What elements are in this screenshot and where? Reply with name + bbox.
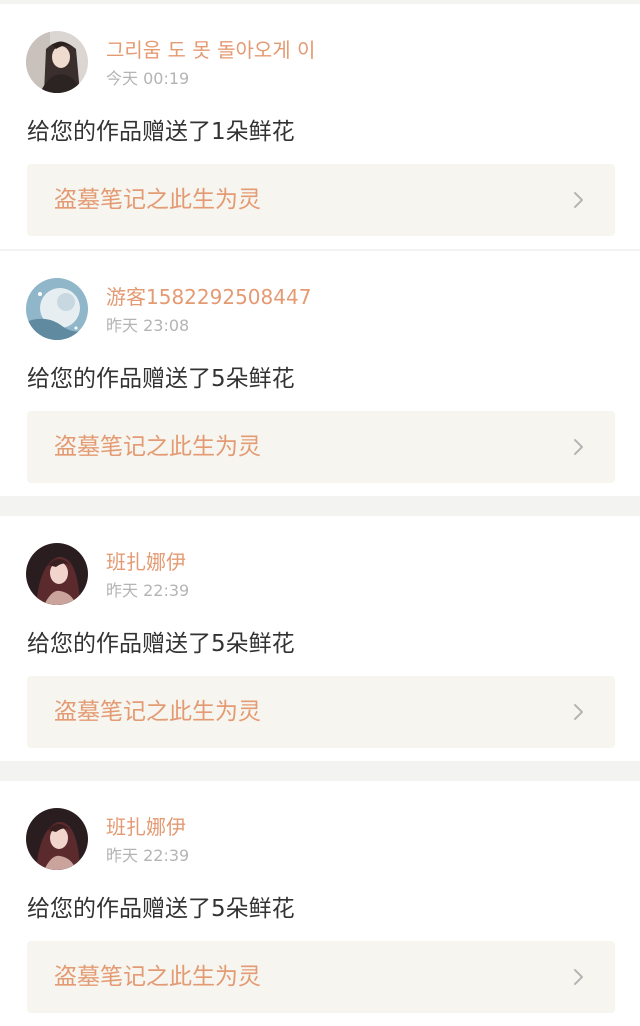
notification-card: 班扎娜伊 昨天 22:39 给您的作品赠送了5朵鲜花 盗墓笔记之此生为灵 bbox=[0, 516, 640, 761]
chevron-right-icon bbox=[574, 439, 583, 455]
avatar[interactable] bbox=[26, 543, 88, 605]
chevron-right-icon bbox=[574, 192, 583, 208]
gift-message: 给您的作品赠送了5朵鲜花 bbox=[27, 366, 295, 392]
avatar[interactable] bbox=[26, 808, 88, 870]
work-title: 盗墓笔记之此生为灵 bbox=[54, 187, 261, 213]
gift-message: 给您的作品赠送了1朵鲜花 bbox=[27, 119, 295, 145]
user-name[interactable]: 班扎娜伊 bbox=[106, 549, 186, 575]
notification-card: 班扎娜伊 昨天 22:39 给您的作品赠送了5朵鲜花 盗墓笔记之此生为灵 bbox=[0, 781, 640, 1026]
avatar[interactable] bbox=[26, 31, 88, 93]
work-link[interactable]: 盗墓笔记之此生为灵 bbox=[27, 411, 615, 483]
card-separator bbox=[0, 761, 640, 781]
timestamp: 昨天 23:08 bbox=[106, 316, 190, 335]
timestamp: 今天 00:19 bbox=[106, 69, 190, 88]
notification-card: 그리움 도 못 돌아오게 이 今天 00:19 给您的作品赠送了1朵鲜花 盗墓笔… bbox=[0, 4, 640, 249]
work-link[interactable]: 盗墓笔记之此生为灵 bbox=[27, 676, 615, 748]
chevron-right-icon bbox=[574, 969, 583, 985]
user-name[interactable]: 班扎娜伊 bbox=[106, 814, 186, 840]
work-link[interactable]: 盗墓笔记之此生为灵 bbox=[27, 164, 615, 236]
user-name[interactable]: 그리움 도 못 돌아오게 이 bbox=[106, 37, 315, 63]
work-title: 盗墓笔记之此生为灵 bbox=[54, 699, 261, 725]
timestamp: 昨天 22:39 bbox=[106, 846, 190, 865]
work-link[interactable]: 盗墓笔记之此生为灵 bbox=[27, 941, 615, 1013]
timestamp: 昨天 22:39 bbox=[106, 581, 190, 600]
avatar[interactable] bbox=[26, 278, 88, 340]
chevron-right-icon bbox=[574, 704, 583, 720]
gift-message: 给您的作品赠送了5朵鲜花 bbox=[27, 631, 295, 657]
work-title: 盗墓笔记之此生为灵 bbox=[54, 964, 261, 990]
user-name[interactable]: 游客1582292508447 bbox=[106, 284, 311, 310]
gift-message: 给您的作品赠送了5朵鲜花 bbox=[27, 896, 295, 922]
card-separator bbox=[0, 496, 640, 516]
notification-card: 游客1582292508447 昨天 23:08 给您的作品赠送了5朵鲜花 盗墓… bbox=[0, 251, 640, 496]
work-title: 盗墓笔记之此生为灵 bbox=[54, 434, 261, 460]
